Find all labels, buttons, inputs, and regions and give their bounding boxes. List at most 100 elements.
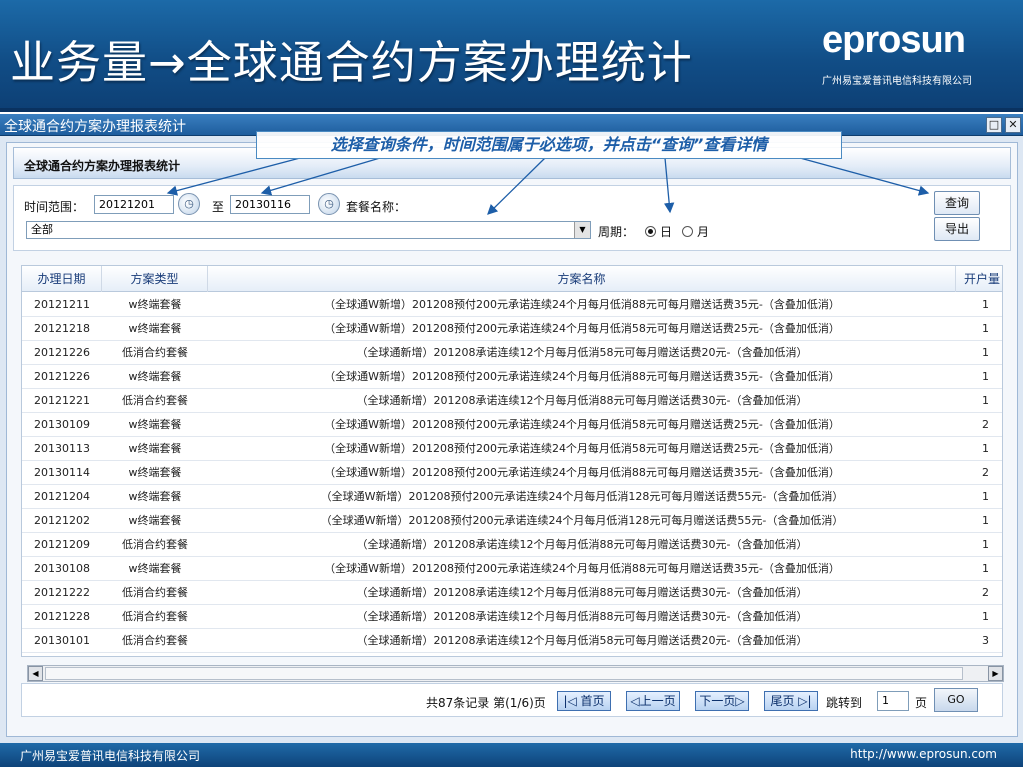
column-header-plan-name[interactable]: 方案名称 [208,266,956,292]
cell-plan-type: 低消合约套餐 [122,538,188,551]
cell-plan-type: 低消合约套餐 [122,394,188,407]
cell-date: 20121211 [34,298,90,311]
period-day-label: 日 [660,225,673,239]
column-header-plan-type[interactable]: 方案类型 [102,266,208,292]
table-row[interactable]: 20130113 w终端套餐 （全球通W新增）201208预付200元承诺连续24个… [22,437,1002,461]
scroll-left-icon[interactable]: ◀ [28,666,43,681]
start-date-input[interactable]: 20121201 [94,195,174,214]
scroll-right-icon[interactable]: ▶ [988,666,1003,681]
cell-plan-name: （全球通W新增）201208预付200元承诺连续24个月每月低消128元可每月赠… [320,490,844,503]
table-row[interactable]: 20121202 w终端套餐 （全球通W新增）201208预付200元承诺连续24个… [22,509,1002,533]
cell-account-count: 1 [982,346,989,359]
period-day-radio[interactable] [645,226,656,237]
window-body: 全球通合约方案办理报表统计 时间范围： 20121201 ◷ 至 2013011… [0,136,1023,743]
cell-plan-type: w终端套餐 [128,322,182,335]
table-row[interactable]: 20130109 w终端套餐 （全球通W新增）201208预付200元承诺连续24个… [22,413,1002,437]
cell-date: 20130109 [34,418,90,431]
table-row[interactable]: 20121226 w终端套餐 （全球通W新增）201208预付200元承诺连续24个… [22,365,1002,389]
cell-plan-name: （全球通W新增）201208预付200元承诺连续24个月每月低消88元可每月赠送… [324,466,840,479]
cell-date: 20121226 [34,370,90,383]
end-date-input[interactable]: 20130116 [230,195,310,214]
query-button[interactable]: 查询 [934,191,980,215]
period-month-label: 月 [697,225,710,239]
cell-account-count: 1 [982,370,989,383]
last-page-button[interactable]: 尾页 ▷| [764,691,818,711]
cell-date: 20130113 [34,442,90,455]
cell-plan-type: w终端套餐 [128,466,182,479]
cell-plan-name: （全球通W新增）201208预付200元承诺连续24个月每月低消88元可每月赠送… [324,298,840,311]
cell-plan-type: w终端套餐 [128,490,182,503]
table-row[interactable]: 20130114 w终端套餐 （全球通W新增）201208预付200元承诺连续24个… [22,461,1002,485]
filter-form: 时间范围： 20121201 ◷ 至 20130116 ◷ 套餐名称： 全部 ▼… [13,185,1011,251]
jump-to-label: 跳转到 [826,696,863,710]
footer-company-name: 广州易宝爱普讯电信科技有限公司 [20,749,201,763]
cell-date: 20130114 [34,466,90,479]
end-date-calendar-icon[interactable]: ◷ [318,193,340,215]
restore-icon[interactable]: □ [986,117,1002,133]
table-row[interactable]: 20121204 w终端套餐 （全球通W新增）201208预付200元承诺连续24个… [22,485,1002,509]
column-header-account-count[interactable]: 开户量 [956,266,1002,292]
chevron-down-icon[interactable]: ▼ [574,222,590,238]
cell-date: 20121228 [34,610,90,623]
package-select[interactable]: 全部 ▼ [26,221,591,239]
cell-date: 20121221 [34,394,90,407]
table-row[interactable]: 20121211 w终端套餐 （全球通W新增）201208预付200元承诺连续24个… [22,293,1002,317]
report-tab-title[interactable]: 全球通合约方案办理报表统计 [24,157,180,174]
cell-plan-type: 低消合约套餐 [122,346,188,359]
first-page-button[interactable]: |◁ 首页 [557,691,611,711]
table-row[interactable]: 20121222 低消合约套餐 （全球通新增）201208承诺连续12个月每月低消8… [22,581,1002,605]
previous-page-button[interactable]: ◁上一页 [626,691,680,711]
cell-date: 20121209 [34,538,90,551]
cell-date: 20121222 [34,586,90,599]
pagination-summary: 共87条记录 第(1/6)页 [426,696,546,710]
cell-plan-name: （全球通W新增）201208预付200元承诺连续24个月每月低消58元可每月赠送… [324,418,840,431]
page-number-input[interactable]: 1 [877,691,909,711]
table-row[interactable]: 20130101 低消合约套餐 （全球通新增）201208承诺连续12个月每月低消5… [22,629,1002,653]
cell-account-count: 1 [982,514,989,527]
table-row[interactable]: 20130108 w终端套餐 （全球通W新增）201208预付200元承诺连续24个… [22,557,1002,581]
package-select-value: 全部 [31,223,53,236]
cell-account-count: 1 [982,322,989,335]
cell-date: 20121218 [34,322,90,335]
package-name-label: 套餐名称： [346,200,407,214]
cell-account-count: 1 [982,610,989,623]
export-button[interactable]: 导出 [934,217,980,241]
cell-plan-name: （全球通新增）201208承诺连续12个月每月低消88元可每月赠送话费30元-（… [356,538,808,551]
cell-plan-name: （全球通W新增）201208预付200元承诺连续24个月每月低消88元可每月赠送… [324,370,840,383]
period-month-radio[interactable] [682,226,693,237]
cell-account-count: 2 [982,418,989,431]
time-range-label: 时间范围： [24,200,85,214]
start-date-calendar-icon[interactable]: ◷ [178,193,200,215]
cell-account-count: 1 [982,298,989,311]
go-button[interactable]: GO [934,688,978,712]
cell-account-count: 1 [982,490,989,503]
cell-plan-type: 低消合约套餐 [122,610,188,623]
cell-account-count: 1 [982,442,989,455]
cell-date: 20121226 [34,346,90,359]
table-row[interactable]: 20121228 低消合约套餐 （全球通新增）201208承诺连续12个月每月低消8… [22,605,1002,629]
column-header-date[interactable]: 办理日期 [22,266,102,292]
next-page-button[interactable]: 下一页▷ [695,691,749,711]
to-label: 至 [212,200,225,214]
footer-website-link[interactable]: http://www.eprosun.com [850,747,997,761]
period-label: 周期： [598,225,635,239]
cell-plan-type: w终端套餐 [128,514,182,527]
cell-account-count: 2 [982,586,989,599]
company-logo-subtitle: 广州易宝爱普讯电信科技有限公司 [822,76,972,87]
cell-account-count: 1 [982,394,989,407]
cell-plan-name: （全球通W新增）201208预付200元承诺连续24个月每月低消88元可每月赠送… [324,562,840,575]
table-header: 办理日期 方案类型 方案名称 开户量 [22,266,1002,292]
horizontal-scrollbar[interactable]: ◀ ▶ [27,665,1004,682]
scroll-thumb[interactable] [45,667,963,680]
table-row[interactable]: 20121226 低消合约套餐 （全球通新增）201208承诺连续12个月每月低消5… [22,341,1002,365]
table-row[interactable]: 20121209 低消合约套餐 （全球通新增）201208承诺连续12个月每月低消8… [22,533,1002,557]
cell-plan-name: （全球通新增）201208承诺连续12个月每月低消58元可每月赠送话费20元-（… [356,346,808,359]
cell-account-count: 1 [982,562,989,575]
slide-title: 业务量→全球通合约方案办理统计 [10,36,693,89]
cell-date: 20121202 [34,514,90,527]
table-row[interactable]: 20121218 w终端套餐 （全球通W新增）201208预付200元承诺连续24个… [22,317,1002,341]
cell-plan-name: （全球通新增）201208承诺连续12个月每月低消88元可每月赠送话费30元-（… [356,394,808,407]
table-row[interactable]: 20121221 低消合约套餐 （全球通新增）201208承诺连续12个月每月低消8… [22,389,1002,413]
close-icon[interactable]: ✕ [1005,117,1021,133]
cell-plan-name: （全球通W新增）201208预付200元承诺连续24个月每月低消128元可每月赠… [320,514,844,527]
